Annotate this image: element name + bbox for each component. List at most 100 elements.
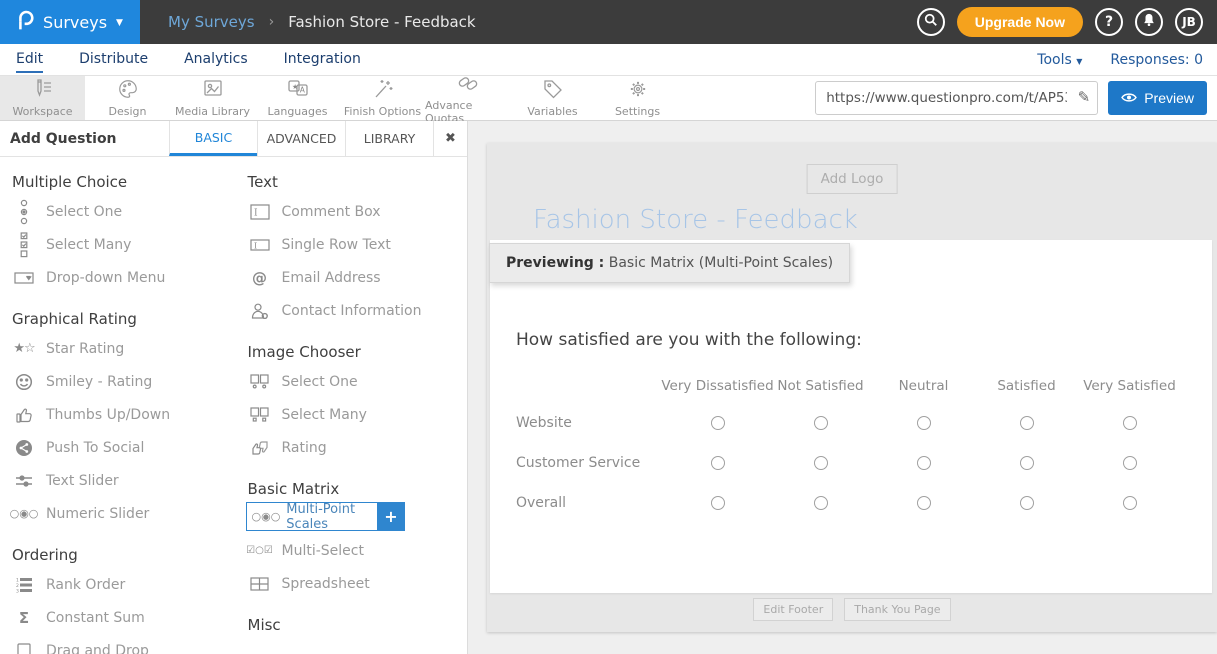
question-types-column-2: Text I Comment Box I (246, 157, 468, 654)
matrix-cell (769, 483, 872, 523)
tools-dropdown[interactable]: Tools ▼ (1037, 52, 1082, 68)
toolbar-advance-quotas[interactable]: Advance Quotas (425, 76, 510, 120)
breadcrumb-my-surveys[interactable]: My Surveys (168, 13, 255, 31)
qtype-multi-point-scales[interactable]: ○◉○ Multi-Point Scales (246, 502, 378, 531)
qtype-rank-order[interactable]: 1 2 3 Rank Order (10, 568, 232, 601)
toolbar-workspace[interactable]: Workspace (0, 76, 85, 120)
thank-you-page-button[interactable]: Thank You Page (844, 598, 950, 621)
share-icon (12, 439, 36, 457)
qtype-contact-information[interactable]: Contact Information (246, 294, 468, 327)
toolbar-design[interactable]: Design (85, 76, 170, 120)
qtype-select-many[interactable]: Select Many (10, 228, 232, 261)
matrix-cell (769, 443, 872, 483)
matrix-radio[interactable] (1123, 496, 1137, 510)
spreadsheet-grid-icon (248, 577, 272, 591)
matrix-radio[interactable] (1123, 456, 1137, 470)
qtype-thumbs-up-down[interactable]: Thumbs Up/Down (10, 398, 232, 431)
tab-edit[interactable]: Edit (16, 47, 43, 73)
qtype-spreadsheet[interactable]: Spreadsheet (246, 567, 468, 600)
chain-link-icon (456, 72, 480, 97)
product-switcher[interactable]: Surveys ▼ (0, 0, 140, 44)
preview-button[interactable]: Preview (1108, 81, 1207, 115)
matrix-cell (666, 443, 769, 483)
qtype-drag-and-drop[interactable]: Drag and Drop (10, 634, 232, 654)
responses-count[interactable]: Responses: 0 (1110, 52, 1203, 68)
matrix-column-header: Very Dissatisfied (666, 368, 769, 403)
topbar-actions: Upgrade Now ? JB (917, 7, 1217, 37)
question-text: How satisfied are you with the following… (516, 330, 862, 350)
qtype-smiley-rating[interactable]: Smiley - Rating (10, 365, 232, 398)
matrix-radio[interactable] (711, 456, 725, 470)
matrix-radio[interactable] (1123, 416, 1137, 430)
tab-distribute[interactable]: Distribute (79, 47, 148, 73)
previewing-value: Basic Matrix (Multi-Point Scales) (609, 255, 833, 271)
breadcrumb: My Surveys › Fashion Store - Feedback (168, 13, 476, 31)
tab-library[interactable]: LIBRARY (345, 121, 433, 156)
add-question-plus-button[interactable]: + (378, 502, 405, 531)
qtype-image-rating[interactable]: Rating (246, 431, 468, 464)
drag-drop-icon (12, 643, 36, 654)
toolbar-variables[interactable]: Variables (510, 76, 595, 120)
matrix-radio[interactable] (711, 416, 725, 430)
search-button[interactable] (917, 8, 945, 36)
qtype-image-select-many[interactable]: Select Many (246, 398, 468, 431)
matrix-radio[interactable] (814, 456, 828, 470)
notifications-button[interactable] (1135, 8, 1163, 36)
toolbar-settings[interactable]: Settings (595, 76, 680, 120)
close-panel-button[interactable]: ✖ (433, 121, 467, 156)
qtype-star-rating[interactable]: ★☆ Star Rating (10, 332, 232, 365)
qtype-dropdown-menu[interactable]: Drop-down Menu (10, 261, 232, 294)
multi-point-scales-icon: ○◉○ (252, 510, 281, 523)
toolbar-languages[interactable]: ★ A Languages (255, 76, 340, 120)
tab-analytics[interactable]: Analytics (184, 47, 248, 73)
question-mark-icon: ? (1105, 14, 1113, 30)
qtype-select-one[interactable]: Select One (10, 195, 232, 228)
matrix-radio[interactable] (814, 496, 828, 510)
tab-basic[interactable]: BASIC (169, 121, 257, 156)
qtype-constant-sum[interactable]: Σ Constant Sum (10, 601, 232, 634)
toolbar-media-library[interactable]: Media Library (170, 76, 255, 120)
qtype-push-to-social[interactable]: Push To Social (10, 431, 232, 464)
at-sign-icon: @ (248, 269, 272, 287)
matrix-radio[interactable] (1020, 496, 1034, 510)
section-nav: Edit Distribute Analytics Integration To… (0, 44, 1217, 76)
dropdown-icon (12, 272, 36, 284)
matrix-radio[interactable] (917, 416, 931, 430)
matrix-radio[interactable] (917, 496, 931, 510)
top-bar: Surveys ▼ My Surveys › Fashion Store - F… (0, 0, 1217, 44)
qtype-image-select-one[interactable]: Select One (246, 365, 468, 398)
qtype-email-address[interactable]: @ Email Address (246, 261, 468, 294)
survey-url-input[interactable] (815, 81, 1098, 115)
matrix-cell (666, 403, 769, 443)
matrix-radio[interactable] (917, 456, 931, 470)
matrix-radio[interactable] (1020, 416, 1034, 430)
add-logo-button[interactable]: Add Logo (807, 164, 898, 194)
qtype-numeric-slider[interactable]: ○◉○ Numeric Slider (10, 497, 232, 530)
survey-title: Fashion Store - Feedback (533, 205, 858, 235)
matrix-radio[interactable] (814, 416, 828, 430)
avatar[interactable]: JB (1175, 8, 1203, 36)
question-preview-card: Previewing : Basic Matrix (Multi-Point S… (490, 240, 1212, 593)
toolbar-finish-options[interactable]: Finish Options (340, 76, 425, 120)
qtype-single-row-text[interactable]: I Single Row Text (246, 228, 468, 261)
upgrade-now-button[interactable]: Upgrade Now (957, 7, 1083, 37)
matrix-cell (1078, 483, 1181, 523)
tab-integration[interactable]: Integration (284, 47, 361, 73)
tab-advanced[interactable]: ADVANCED (257, 121, 345, 156)
breadcrumb-separator: › (269, 14, 275, 30)
matrix-radio[interactable] (711, 496, 725, 510)
section-image-chooser: Image Chooser (248, 343, 468, 361)
matrix-radio[interactable] (1020, 456, 1034, 470)
product-name: Surveys (43, 13, 107, 32)
editor-toolbar: Workspace Design Media Library ★ A (0, 76, 1217, 121)
qtype-text-slider[interactable]: Text Slider (10, 464, 232, 497)
help-button[interactable]: ? (1095, 8, 1123, 36)
toolbar-right: ✎ Preview (815, 76, 1217, 120)
matrix-cell (975, 483, 1078, 523)
multi-select-icon: ☑○☑ (248, 545, 272, 556)
qtype-multi-select[interactable]: ☑○☑ Multi-Select (246, 534, 468, 567)
qtype-comment-box[interactable]: I Comment Box (246, 195, 468, 228)
single-row-text-icon: I (248, 239, 272, 251)
edit-url-pencil-icon[interactable]: ✎ (1078, 88, 1091, 106)
edit-footer-button[interactable]: Edit Footer (753, 598, 833, 621)
